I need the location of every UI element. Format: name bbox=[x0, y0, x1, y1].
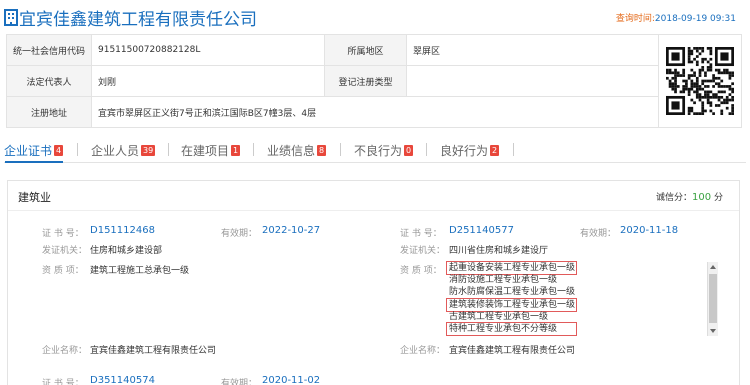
tab-good-behavior[interactable]: 良好行为 2 bbox=[440, 141, 500, 159]
company-name-label: 企业名称： bbox=[42, 346, 88, 356]
qualification-list-box[interactable]: 起重设备安装工程专业承包一级 消防设施工程专业承包一级 防水防腐保温工程专业承包… bbox=[445, 260, 718, 337]
issuer-label: 发证机关： bbox=[400, 246, 446, 256]
qualification-label: 资 质 项： bbox=[42, 266, 84, 276]
tab-certificates[interactable]: 企业证书 4 bbox=[4, 141, 64, 159]
tab-divider bbox=[168, 143, 169, 156]
tab-badge: 4 bbox=[54, 144, 64, 156]
scroll-up-arrow-icon[interactable] bbox=[710, 265, 716, 269]
building-icon bbox=[4, 8, 18, 26]
list-item: 特种工程专业承包不分等级 bbox=[446, 321, 577, 337]
scroll-thumb[interactable] bbox=[709, 274, 717, 323]
query-time: 查询时间:2018-09-19 09:31 bbox=[616, 11, 736, 24]
list-item: 消防设施工程专业承包一级 bbox=[449, 275, 558, 286]
credit-score: 诚信分：100 分 bbox=[656, 190, 723, 203]
list-item: 防水防腐保温工程专业承包一级 bbox=[449, 287, 576, 298]
tab-divider bbox=[77, 143, 78, 156]
validity-label: 有效期： bbox=[580, 229, 617, 239]
reg-type-value bbox=[406, 65, 659, 97]
issuer-label: 发证机关： bbox=[42, 246, 88, 256]
region-label: 所属地区 bbox=[324, 34, 407, 66]
validity-label: 有效期： bbox=[221, 379, 258, 385]
qualification-label: 资 质 项： bbox=[400, 266, 442, 276]
qualification-value: 建筑工程施工总承包一级 bbox=[90, 266, 190, 276]
scroll-down-arrow-icon[interactable] bbox=[710, 329, 716, 333]
tab-personnel[interactable]: 企业人员 39 bbox=[91, 141, 156, 159]
company-name-label: 企业名称： bbox=[400, 346, 446, 356]
list-item: 古建筑工程专业承包一级 bbox=[449, 311, 549, 322]
validity-value: 2022-10-27 bbox=[262, 225, 321, 236]
cert-no-value: D251140577 bbox=[449, 225, 514, 236]
tab-divider bbox=[513, 143, 514, 156]
tab-projects[interactable]: 在建项目 1 bbox=[181, 141, 241, 159]
cert-no-label: 证 书 号： bbox=[42, 229, 84, 239]
tab-divider bbox=[340, 143, 341, 156]
legal-rep-value: 刘刚 bbox=[91, 65, 325, 97]
tab-divider bbox=[253, 143, 254, 156]
reg-address-label: 注册地址 bbox=[6, 96, 92, 128]
tab-badge: 0 bbox=[404, 144, 414, 156]
tab-label: 业绩信息 bbox=[267, 143, 316, 158]
issuer-value: 住房和城乡建设部 bbox=[90, 246, 163, 256]
cert-no-label: 证 书 号： bbox=[42, 379, 84, 385]
credit-unit: 分 bbox=[713, 193, 723, 203]
credit-code-label: 统一社会信用代码 bbox=[6, 34, 92, 66]
list-item: 建筑装修装饰工程专业承包一级 bbox=[446, 297, 577, 312]
tab-badge: 2 bbox=[490, 144, 500, 156]
company-name-value: 宜宾佳鑫建筑工程有限责任公司 bbox=[90, 346, 217, 356]
tab-label: 良好行为 bbox=[440, 143, 489, 158]
tab-badge: 39 bbox=[141, 144, 156, 156]
reg-type-label: 登记注册类型 bbox=[324, 65, 407, 97]
qualification-list: 起重设备安装工程专业承包一级 消防设施工程专业承包一级 防水防腐保温工程专业承包… bbox=[446, 260, 702, 337]
active-tab-underline bbox=[5, 161, 63, 163]
qr-cell bbox=[658, 34, 742, 128]
company-info-table: 统一社会信用代码 91511500720882128L 所属地区 翠屏区 法定代… bbox=[6, 34, 742, 128]
credit-label: 诚信分： bbox=[656, 193, 693, 203]
validity-value: 2020-11-18 bbox=[620, 225, 679, 236]
list-item: 起重设备安装工程专业承包一级 bbox=[446, 260, 577, 276]
reg-address-value: 宜宾市翠屏区正义街7号正和滨江国际B区7幢3层、4层 bbox=[91, 96, 659, 128]
credit-value: 100 bbox=[692, 192, 712, 203]
region-value: 翠屏区 bbox=[406, 34, 659, 66]
cert-no-value: D151112468 bbox=[90, 225, 155, 236]
title-wrap: 宜宾佳鑫建筑工程有限责任公司 bbox=[4, 4, 257, 30]
company-title: 宜宾佳鑫建筑工程有限责任公司 bbox=[19, 9, 257, 30]
category-title: 建筑业 bbox=[18, 191, 51, 204]
credit-code-value: 91511500720882128L bbox=[91, 34, 325, 66]
issuer-value: 四川省住房和城乡建设厅 bbox=[449, 246, 549, 256]
qr-code-icon bbox=[666, 47, 734, 115]
tab-label: 企业证书 bbox=[4, 143, 53, 158]
legal-rep-label: 法定代表人 bbox=[6, 65, 92, 97]
validity-label: 有效期： bbox=[221, 229, 258, 239]
tab-badge: 8 bbox=[317, 144, 327, 156]
panel-header: 建筑业 诚信分：100 分 bbox=[8, 181, 739, 211]
query-time-value: 2018-09-19 09:31 bbox=[654, 14, 736, 24]
tab-badge: 1 bbox=[231, 144, 241, 156]
page-header: 宜宾佳鑫建筑工程有限责任公司 查询时间:2018-09-19 09:31 bbox=[4, 4, 746, 30]
tab-label: 企业人员 bbox=[91, 143, 140, 158]
company-name-value: 宜宾佳鑫建筑工程有限责任公司 bbox=[449, 346, 576, 356]
tab-label: 不良行为 bbox=[354, 143, 403, 158]
tab-bar: 企业证书 4 企业人员 39 在建项目 1 业绩信息 8 不良行为 0 良好行为 2 bbox=[4, 141, 746, 163]
query-time-label: 查询时间: bbox=[615, 14, 655, 24]
tab-label: 在建项目 bbox=[181, 143, 230, 158]
cert-no-label: 证 书 号： bbox=[400, 229, 442, 239]
qualification-scrollbar[interactable] bbox=[707, 262, 718, 336]
validity-value: 2020-11-02 bbox=[262, 375, 321, 385]
tab-performance[interactable]: 业绩信息 8 bbox=[267, 141, 327, 159]
tab-divider bbox=[426, 143, 427, 156]
cert-no-value: D351140574 bbox=[90, 375, 155, 385]
tab-bad-behavior[interactable]: 不良行为 0 bbox=[354, 141, 414, 159]
